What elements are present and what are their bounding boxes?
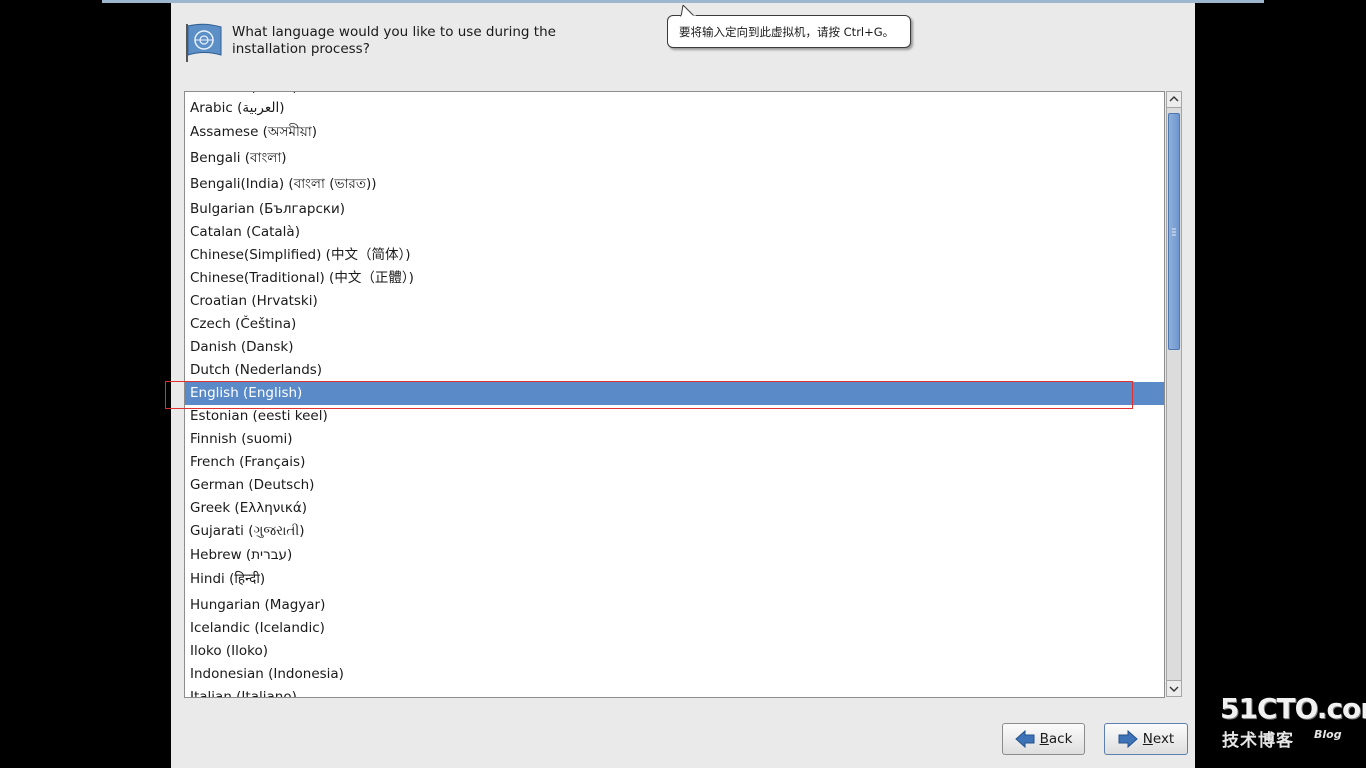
language-item-label: Assamese (অসমীয়া): [190, 124, 318, 140]
language-item-label: Bengali(India) (বাংলা (ভারত)): [190, 176, 377, 192]
language-item-label: English (English): [190, 385, 303, 401]
language-item[interactable]: Bulgarian (Български): [185, 198, 1164, 221]
language-item[interactable]: Arabic (العربية): [185, 97, 1164, 120]
language-item-label: German (Deutsch): [190, 477, 315, 493]
language-item[interactable]: Italian (Italiano): [185, 686, 1164, 698]
watermark-subtitle: 技术博客: [1222, 731, 1294, 751]
watermark-blog: Blog: [1314, 728, 1342, 741]
grip-icon: [1172, 228, 1176, 236]
language-item-label: Dutch (Nederlands): [190, 362, 323, 378]
arrow-right-icon: [1118, 730, 1138, 748]
language-item-label: Danish (Dansk): [190, 339, 294, 355]
language-item[interactable]: Danish (Dansk): [185, 336, 1164, 359]
back-button-label: Back: [1039, 731, 1073, 747]
language-item[interactable]: Gujarati (ગુજરાતી): [185, 520, 1164, 543]
language-item[interactable]: German (Deutsch): [185, 474, 1164, 497]
language-item-label: Icelandic (Icelandic): [190, 620, 325, 636]
language-item-label: Bulgarian (Български): [190, 201, 346, 217]
language-item[interactable]: Hindi (हिन्दी): [185, 568, 1164, 591]
language-item-label: Indonesian (Indonesia): [190, 666, 344, 682]
language-item-label: Catalan (Català): [190, 224, 300, 240]
language-item[interactable]: Bengali(India) (বাংলা (ভারত)): [185, 173, 1164, 196]
language-item-label: French (Français): [190, 454, 306, 470]
language-item[interactable]: Catalan (Català): [185, 221, 1164, 244]
language-item[interactable]: Croatian (Hrvatski): [185, 290, 1164, 313]
watermark-logo-text: 51CTO.com: [1220, 692, 1366, 725]
language-prompt: What language would you like to use duri…: [232, 24, 556, 57]
tooltip-text: 要将输入定向到此虚拟机，请按 Ctrl+G。: [679, 25, 895, 39]
language-item[interactable]: Iloko (Iloko): [185, 640, 1164, 663]
installer-window: What language would you like to use duri…: [165, 3, 1195, 768]
language-item[interactable]: Assamese (অসমীয়া): [185, 121, 1164, 144]
language-item[interactable]: Hebrew (עברית): [185, 544, 1164, 567]
back-button[interactable]: Back: [1002, 723, 1085, 755]
language-item-label: Bengali (বাংলা): [190, 150, 287, 166]
next-button[interactable]: Next: [1104, 723, 1188, 755]
language-item-selected[interactable]: English (English): [185, 382, 1164, 405]
language-item[interactable]: Dutch (Nederlands): [185, 359, 1164, 382]
chevron-up-icon: [1169, 96, 1179, 102]
site-watermark: 51CTO.com 技术博客 Blog: [1220, 692, 1366, 752]
language-item[interactable]: Chinese(Simplified) (中文（简体）): [185, 244, 1164, 267]
language-item-label: Hindi (हिन्दी): [190, 571, 266, 587]
language-item-label: Iloko (Iloko): [190, 643, 269, 659]
language-item[interactable]: Greek (Ελληνικά): [185, 497, 1164, 520]
list-scrollbar[interactable]: [1166, 91, 1182, 697]
language-item-label: Chinese(Simplified) (中文（简体）): [190, 247, 411, 263]
scroll-thumb[interactable]: [1168, 113, 1180, 350]
globe-flag-icon: [186, 23, 222, 62]
language-item[interactable]: French (Français): [185, 451, 1164, 474]
language-item-label: Czech (Čeština): [190, 316, 297, 332]
language-item-label: Finnish (suomi): [190, 431, 293, 447]
language-item-label: Chinese(Traditional) (中文（正體）): [190, 270, 414, 286]
language-item[interactable]: Estonian (eesti keel): [185, 405, 1164, 428]
language-item-label: Gujarati (ગુજરાતી): [190, 523, 305, 539]
language-item-label: Hungarian (Magyar): [190, 597, 326, 613]
language-item-label: Amharic (አማርኛ): [190, 92, 298, 95]
scroll-down-button[interactable]: [1167, 680, 1181, 696]
chevron-down-icon: [1169, 686, 1179, 692]
language-item[interactable]: Finnish (suomi): [185, 428, 1164, 451]
next-button-label: Next: [1142, 731, 1175, 747]
language-item-label: Arabic (العربية): [190, 100, 285, 116]
language-item[interactable]: Bengali (বাংলা): [185, 147, 1164, 170]
language-item-label: Greek (Ελληνικά): [190, 500, 307, 516]
language-item[interactable]: Icelandic (Icelandic): [185, 617, 1164, 640]
language-item[interactable]: Hungarian (Magyar): [185, 594, 1164, 617]
language-list[interactable]: Amharic (አማርኛ) Arabic (العربية) Assamese …: [184, 91, 1165, 698]
language-item-label: Estonian (eesti keel): [190, 408, 328, 424]
language-item-label: Hebrew (עברית): [190, 547, 293, 563]
language-item[interactable]: Chinese(Traditional) (中文（正體）): [185, 267, 1164, 290]
vm-input-tooltip: 要将输入定向到此虚拟机，请按 Ctrl+G。: [667, 5, 911, 48]
language-item[interactable]: Indonesian (Indonesia): [185, 663, 1164, 686]
language-item-label: Italian (Italiano): [190, 689, 297, 698]
language-item[interactable]: Czech (Čeština): [185, 313, 1164, 336]
scroll-up-button[interactable]: [1167, 92, 1181, 108]
tooltip-tail: [680, 5, 696, 17]
arrow-left-icon: [1014, 730, 1035, 748]
language-item-label: Croatian (Hrvatski): [190, 293, 318, 309]
